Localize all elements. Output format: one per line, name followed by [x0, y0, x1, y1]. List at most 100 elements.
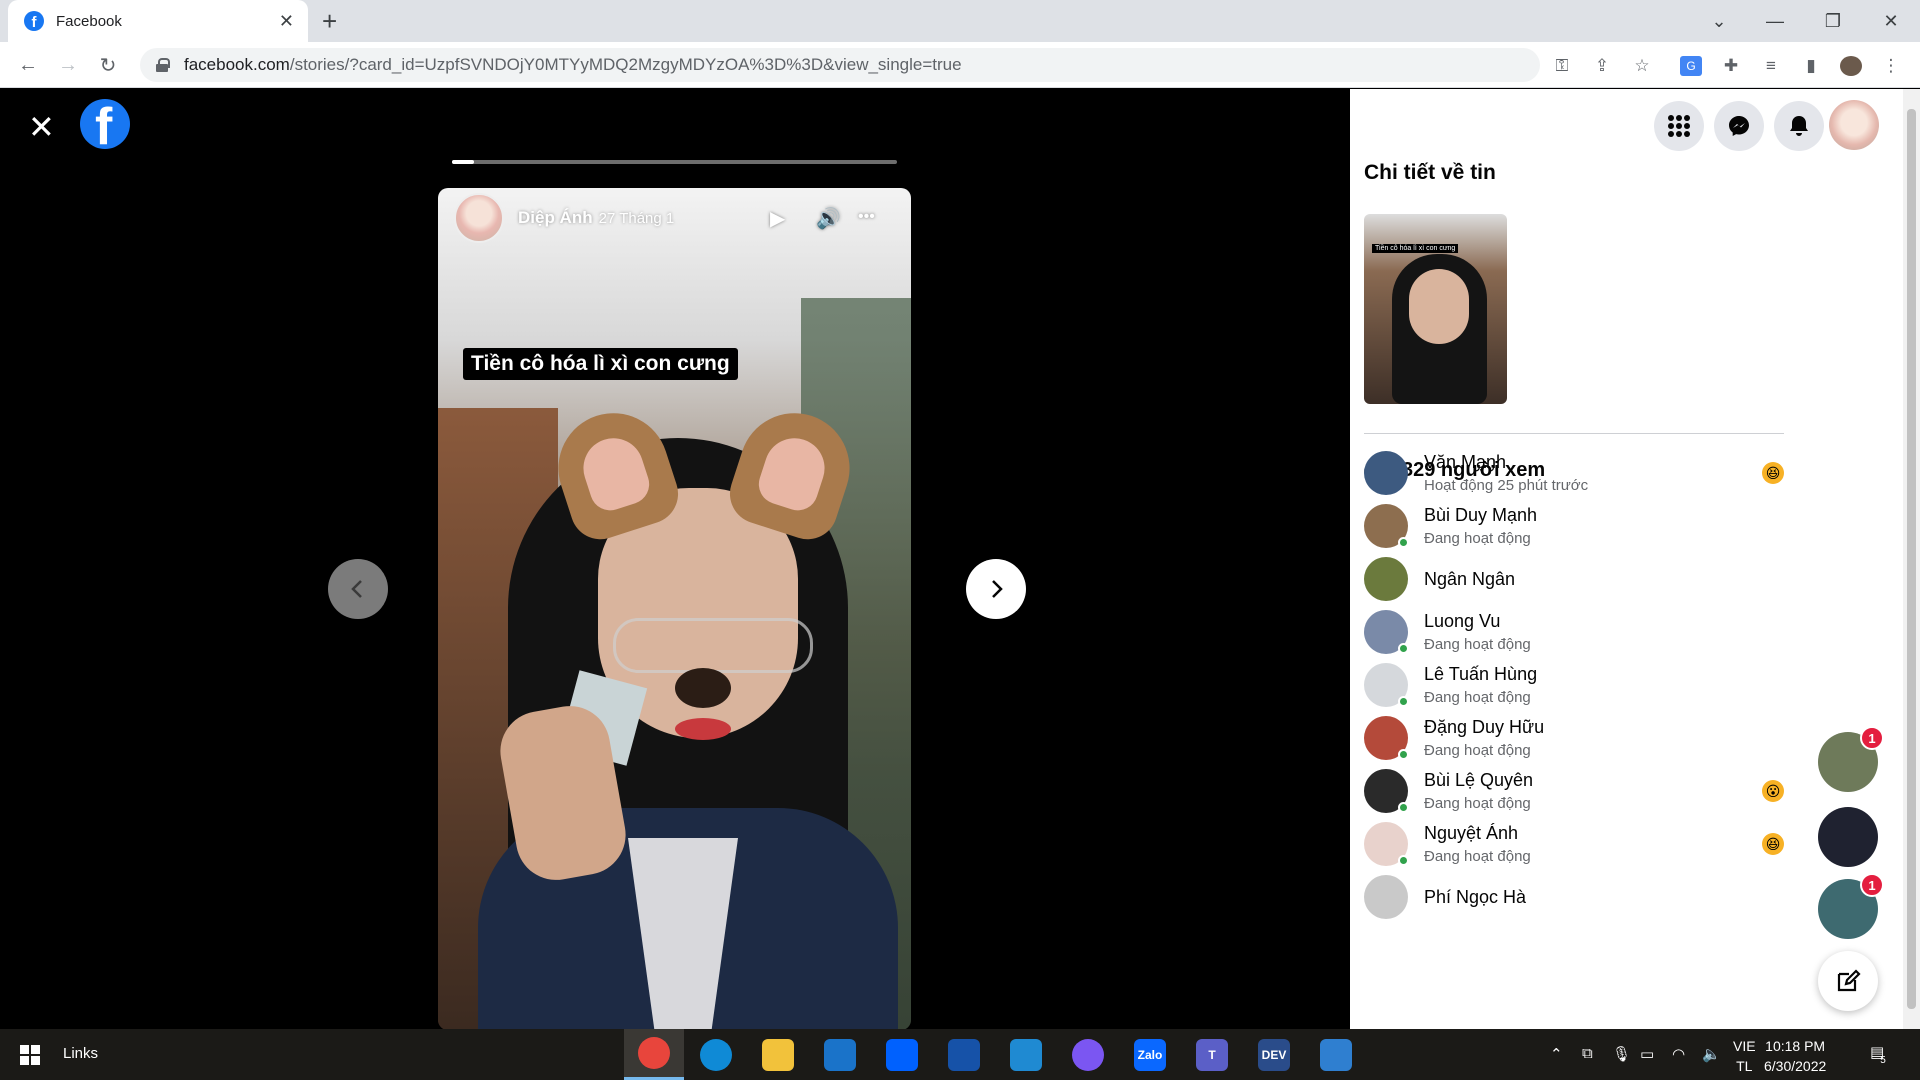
chat-head-avatar[interactable]	[1818, 807, 1878, 867]
taskbar-app-zalo[interactable]: Zalo	[1120, 1029, 1180, 1080]
viewer-name[interactable]: Ngân Ngân	[1424, 569, 1784, 590]
extensions-icon[interactable]: ✚	[1720, 56, 1742, 76]
taskbar-app-messenger[interactable]	[1058, 1029, 1118, 1080]
taskbar-app-chrome[interactable]	[624, 1029, 684, 1080]
browser-toolbar: ← → ↻ facebook.com/stories/?card_id=Uzpf…	[0, 42, 1920, 88]
restore-button[interactable]: ❐	[1804, 0, 1862, 42]
taskbar-app-dev-cpp[interactable]: DEV	[1244, 1029, 1304, 1080]
viewer-name[interactable]: Luong Vu	[1424, 611, 1784, 632]
viewer-row[interactable]: Bùi Lệ Quyên Đang hoạt động 😮	[1364, 761, 1784, 821]
viewer-name[interactable]: Nguyệt Ánh	[1424, 823, 1762, 844]
system-clock[interactable]: 10:18 PM 6/30/2022	[1764, 1036, 1826, 1076]
url-text[interactable]: facebook.com/stories/?card_id=UzpfSVNDOj…	[184, 55, 962, 75]
tray-overflow-icon[interactable]: ⌃	[1550, 1045, 1563, 1063]
story-card[interactable]: Tiền cô hóa lì xì con cưng Diệp Ánh 27 T…	[438, 188, 911, 1030]
back-button[interactable]: ←	[14, 52, 42, 78]
address-bar[interactable]: facebook.com/stories/?card_id=UzpfSVNDOj…	[140, 48, 1540, 82]
meet-now-icon[interactable]: ⧉	[1582, 1045, 1593, 1062]
input-language[interactable]: VIE TL	[1733, 1036, 1756, 1076]
viewer-row[interactable]: Luong Vu Đang hoạt động	[1364, 602, 1784, 662]
taskbar-app-photos[interactable]	[1306, 1029, 1366, 1080]
viewer-avatar[interactable]	[1364, 822, 1409, 866]
viewer-avatar[interactable]	[1364, 663, 1409, 707]
lock-icon[interactable]	[156, 58, 170, 72]
facebook-logo[interactable]: f	[80, 99, 130, 149]
chrome-menu-icon[interactable]: ⋮	[1880, 56, 1902, 76]
viewer-avatar[interactable]	[1364, 504, 1409, 548]
story-author-avatar[interactable]	[454, 193, 504, 243]
chat-head-avatar[interactable]: 1	[1818, 726, 1884, 792]
viewer-name[interactable]: Văn Mạnh	[1424, 452, 1762, 473]
viewer-name[interactable]: Lê Tuấn Hùng	[1424, 664, 1784, 685]
media-control-icon[interactable]: ≡	[1760, 56, 1782, 76]
story-author-name[interactable]: Diệp Ánh	[518, 208, 593, 228]
viewer-row[interactable]: Phí Ngọc Hà	[1364, 867, 1784, 927]
new-tab-button[interactable]: +	[322, 8, 337, 34]
chat-head-avatar[interactable]: 1	[1818, 873, 1884, 939]
chrome-icon	[638, 1037, 670, 1069]
viewer-avatar[interactable]	[1364, 557, 1408, 601]
story-thumbnail[interactable]: Tiền cô hóa lì xì con cưng	[1364, 214, 1507, 404]
viewer-avatar[interactable]	[1364, 451, 1408, 495]
links-toolbar[interactable]: Links	[63, 1045, 98, 1062]
taskbar-app-dropbox[interactable]	[872, 1029, 932, 1080]
viewer-avatar[interactable]	[1364, 716, 1409, 760]
new-message-button[interactable]	[1818, 951, 1878, 1011]
viewer-name[interactable]: Phí Ngọc Hà	[1424, 887, 1784, 908]
microphone-icon[interactable]: 🎙	[1612, 1045, 1631, 1063]
menu-grid-button[interactable]	[1654, 101, 1704, 151]
viewer-avatar[interactable]	[1364, 875, 1408, 919]
taskbar-app-edge[interactable]	[686, 1029, 746, 1080]
close-window-button[interactable]: ✕	[1862, 0, 1920, 42]
browser-tab-facebook[interactable]: f Facebook ✕	[8, 0, 308, 42]
taskbar-app-vscode[interactable]	[996, 1029, 1056, 1080]
tab-close-icon[interactable]: ✕	[279, 11, 294, 32]
messenger-button[interactable]	[1714, 101, 1764, 151]
viewer-row[interactable]: Ngân Ngân	[1364, 549, 1784, 609]
wifi-icon[interactable]: ◠	[1672, 1045, 1685, 1063]
notifications-button[interactable]	[1774, 101, 1824, 151]
minimize-button[interactable]: —	[1746, 0, 1804, 42]
key-icon[interactable]: ⚿	[1551, 56, 1573, 76]
viewer-row[interactable]: Bùi Duy Mạnh Đang hoạt động	[1364, 496, 1784, 556]
previous-story-button[interactable]	[328, 559, 388, 619]
profile-avatar-icon[interactable]	[1840, 56, 1862, 76]
play-icon[interactable]: ▶	[770, 206, 785, 231]
windows-start-icon[interactable]	[20, 1045, 40, 1065]
mail-icon	[824, 1038, 856, 1071]
battery-icon[interactable]: ▭	[1640, 1045, 1654, 1063]
taskbar-app-file-explorer[interactable]	[748, 1029, 808, 1080]
viewer-avatar[interactable]	[1364, 769, 1409, 813]
viewer-name[interactable]: Bùi Lệ Quyên	[1424, 770, 1762, 791]
next-story-button[interactable]	[966, 559, 1026, 619]
share-icon[interactable]: ⇪	[1591, 56, 1613, 76]
side-panel-icon[interactable]: ▮	[1800, 56, 1822, 76]
close-story-button[interactable]: ✕	[28, 111, 55, 143]
action-center-icon[interactable]: ▤5	[1870, 1043, 1890, 1066]
file-explorer-icon	[762, 1038, 794, 1071]
url-host: facebook.com	[184, 55, 290, 74]
account-avatar[interactable]	[1829, 100, 1879, 150]
viewer-row[interactable]: Lê Tuấn Hùng Đang hoạt động	[1364, 655, 1784, 715]
viewer-name[interactable]: Đặng Duy Hữu	[1424, 717, 1784, 738]
viewer-name[interactable]: Bùi Duy Mạnh	[1424, 505, 1784, 526]
tab-search-icon[interactable]: ⌄	[1690, 0, 1748, 42]
volume-icon[interactable]: 🔊	[816, 206, 841, 231]
bookmark-star-icon[interactable]: ☆	[1631, 56, 1653, 76]
panel-scrollbar[interactable]	[1903, 89, 1920, 1029]
more-options-icon[interactable]: •••	[858, 208, 875, 226]
viewer-row[interactable]: Văn Mạnh Hoạt động 25 phút trước 😆	[1364, 443, 1784, 503]
viewer-row[interactable]: Nguyệt Ánh Đang hoạt động 😆	[1364, 814, 1784, 874]
taskbar-app-teams[interactable]: T	[1182, 1029, 1242, 1080]
speaker-icon[interactable]: 🔈	[1702, 1045, 1721, 1063]
forward-button[interactable]: →	[54, 52, 82, 78]
viewer-row[interactable]: Đặng Duy Hữu Đang hoạt động	[1364, 708, 1784, 768]
viewer-avatar[interactable]	[1364, 610, 1409, 654]
dev-cpp-icon: DEV	[1258, 1038, 1290, 1071]
taskbar-app-mail[interactable]	[810, 1029, 870, 1080]
taskbar-app-app-blue[interactable]	[934, 1029, 994, 1080]
dog-nose-filter	[675, 668, 731, 708]
translate-icon[interactable]: G	[1680, 56, 1702, 76]
scrollbar-thumb[interactable]	[1907, 109, 1916, 1009]
reload-button[interactable]: ↻	[94, 52, 122, 78]
